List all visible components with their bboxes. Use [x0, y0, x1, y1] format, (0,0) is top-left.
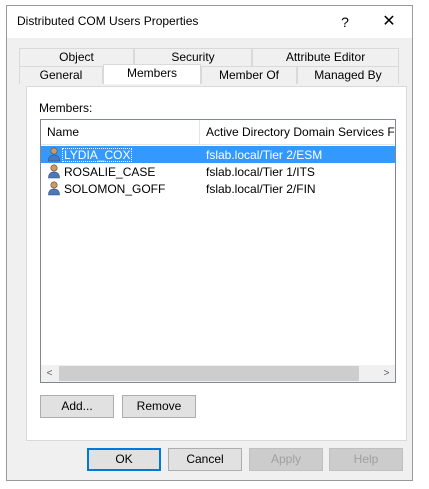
help-title-button[interactable]: ? [327, 8, 363, 36]
title-bar: Distributed COM Users Properties ? ✕ [7, 6, 412, 38]
list-item[interactable]: ROSALIE_CASE fslab.local/Tier 1/ITS [41, 163, 395, 180]
member-name: LYDIA_COX [62, 148, 133, 162]
tab-member-of[interactable]: Member Of [201, 66, 297, 84]
list-item[interactable]: SOLOMON_GOFF fslab.local/Tier 2/FIN [41, 180, 395, 197]
tab-general[interactable]: General [19, 66, 103, 84]
user-icon [48, 181, 60, 196]
apply-button[interactable]: Apply [249, 448, 323, 471]
tab-managed-by[interactable]: Managed By [297, 66, 399, 84]
tab-row-1: Object Security Attribute Editor [19, 48, 401, 66]
user-icon [48, 147, 60, 162]
members-tab-panel: Members: Name Active Directory Domain Se… [26, 86, 407, 441]
properties-dialog: Distributed COM Users Properties ? ✕ Obj… [6, 5, 413, 481]
cancel-button[interactable]: Cancel [168, 448, 242, 471]
members-label: Members: [39, 101, 93, 115]
remove-button[interactable]: Remove [122, 395, 196, 418]
horizontal-scrollbar[interactable]: < > [41, 365, 395, 382]
member-folder: fslab.local/Tier 2/FIN [206, 182, 316, 196]
column-header-name[interactable]: Name [47, 125, 79, 139]
scroll-thumb[interactable] [59, 366, 359, 381]
members-list[interactable]: Name Active Directory Domain Services Fo… [40, 119, 396, 383]
help-button[interactable]: Help [329, 448, 403, 471]
scroll-right-icon[interactable]: > [378, 365, 395, 382]
window-title: Distributed COM Users Properties [17, 14, 199, 28]
column-divider[interactable] [199, 120, 200, 144]
list-item[interactable]: LYDIA_COX fslab.local/Tier 2/ESM [41, 146, 395, 163]
ok-button[interactable]: OK [87, 448, 161, 471]
list-header: Name Active Directory Domain Services Fo… [41, 120, 395, 145]
member-name: ROSALIE_CASE [64, 165, 156, 179]
tab-members[interactable]: Members [103, 64, 201, 84]
tab-row-2: General Members Member Of Managed By [19, 64, 401, 84]
user-icon [48, 164, 60, 179]
member-name: SOLOMON_GOFF [64, 182, 166, 196]
close-button[interactable]: ✕ [371, 8, 407, 36]
column-header-folder[interactable]: Active Directory Domain Services Folder [206, 125, 395, 139]
add-button[interactable]: Add... [40, 395, 114, 418]
scroll-left-icon[interactable]: < [41, 365, 58, 382]
member-folder: fslab.local/Tier 2/ESM [206, 148, 323, 162]
member-folder: fslab.local/Tier 1/ITS [206, 165, 315, 179]
tab-attribute-editor[interactable]: Attribute Editor [252, 48, 399, 66]
